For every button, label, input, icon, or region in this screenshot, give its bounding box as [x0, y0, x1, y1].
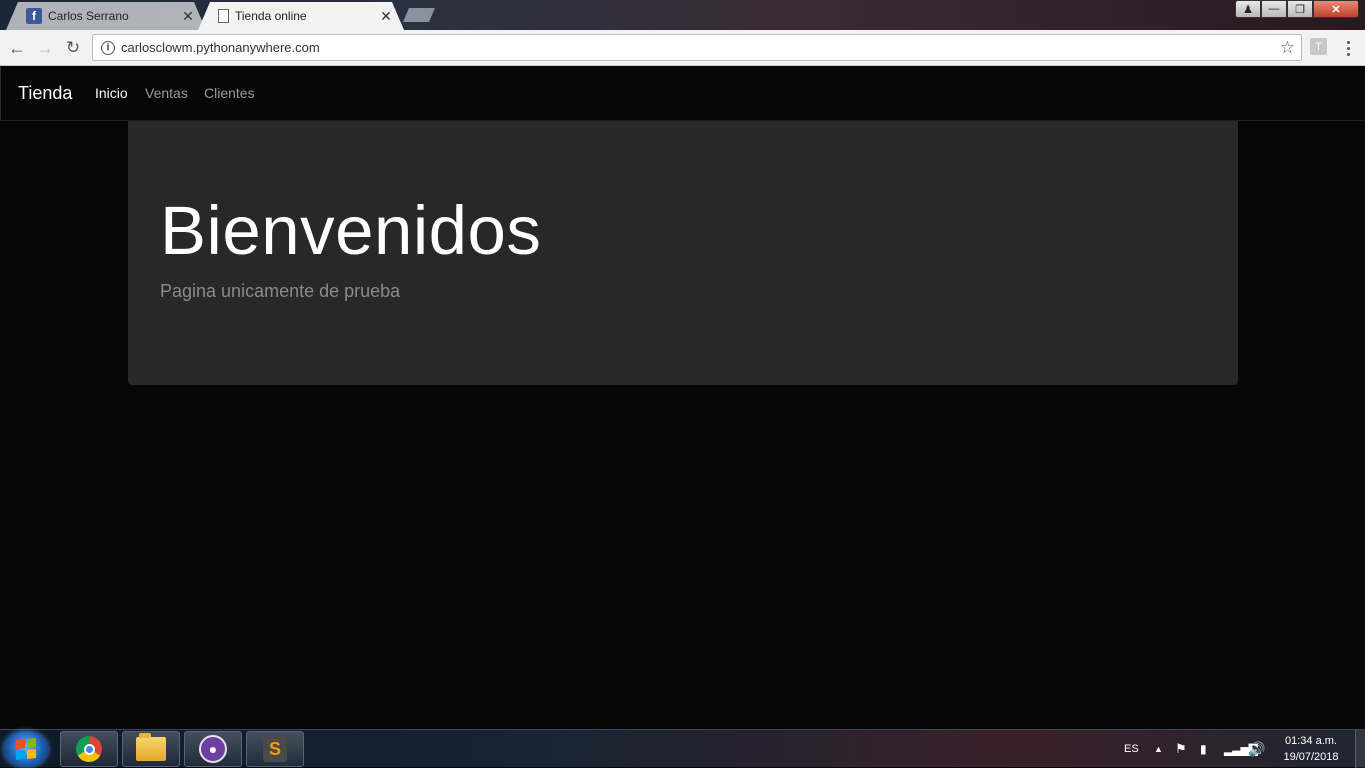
- address-bar[interactable]: i carlosclowm.pythonanywhere.com ☆: [92, 34, 1302, 61]
- jumbotron: Bienvenidos Pagina unicamente de prueba: [128, 121, 1238, 385]
- nav-link-clientes[interactable]: Clientes: [204, 85, 255, 101]
- page-viewport: Tienda Inicio Ventas Clientes Bienvenido…: [0, 66, 1365, 729]
- window-controls: ♟ — ❐ ✕: [1235, 0, 1359, 18]
- site-navbar: Tienda Inicio Ventas Clientes: [0, 66, 1365, 121]
- tab-carlos-serrano[interactable]: f Carlos Serrano ✕: [6, 2, 206, 30]
- info-icon[interactable]: i: [101, 40, 115, 55]
- nav-link-inicio[interactable]: Inicio: [95, 85, 128, 101]
- action-center-flag-icon[interactable]: ⚑: [1175, 730, 1187, 768]
- browser-titlebar: f Carlos Serrano ✕ Tienda online ✕ ♟ — ❐…: [0, 0, 1365, 30]
- extension-icon[interactable]: T: [1310, 38, 1327, 55]
- minimize-button[interactable]: —: [1261, 0, 1287, 18]
- tab-close-icon[interactable]: ✕: [180, 8, 196, 25]
- volume-icon[interactable]: 🔊: [1248, 730, 1265, 768]
- taskbar-file-explorer[interactable]: [122, 731, 180, 767]
- tab-title: Tienda online: [235, 9, 307, 23]
- bookmark-star-icon[interactable]: ☆: [1280, 38, 1295, 58]
- tab-title: Carlos Serrano: [48, 9, 129, 23]
- power-icon[interactable]: ▮: [1200, 730, 1207, 768]
- url-text[interactable]: carlosclowm.pythonanywhere.com: [121, 40, 1280, 55]
- file-explorer-icon: [136, 733, 166, 761]
- taskbar-chrome[interactable]: [60, 731, 118, 767]
- sublime-text-icon: S: [263, 736, 287, 762]
- taskbar-github-desktop[interactable]: ●: [184, 731, 242, 767]
- new-tab-button[interactable]: [403, 8, 435, 22]
- show-hidden-icons-icon[interactable]: ▲: [1154, 730, 1163, 768]
- clock-time: 01:34 a.m.: [1285, 735, 1337, 747]
- chrome-menu-icon[interactable]: [1340, 36, 1356, 60]
- page-title: Bienvenidos: [160, 192, 542, 269]
- tab-tienda-online[interactable]: Tienda online ✕: [198, 2, 404, 30]
- system-clock[interactable]: 01:34 a.m. 19/07/2018: [1276, 733, 1346, 765]
- user-profile-icon[interactable]: ♟: [1235, 0, 1261, 18]
- chrome-icon: [76, 736, 102, 762]
- lead-text: Pagina unicamente de prueba: [160, 281, 401, 301]
- github-desktop-icon: ●: [199, 735, 227, 763]
- taskbar-sublime-text[interactable]: S: [246, 731, 304, 767]
- back-arrow-icon[interactable]: ←: [5, 36, 29, 60]
- start-button[interactable]: [4, 731, 48, 767]
- language-indicator[interactable]: ES: [1124, 730, 1139, 768]
- show-desktop-button[interactable]: [1355, 730, 1365, 768]
- navbar-brand[interactable]: Tienda: [18, 83, 72, 104]
- close-window-button[interactable]: ✕: [1313, 0, 1359, 18]
- browser-toolbar: ← → ↻ i carlosclowm.pythonanywhere.com ☆…: [0, 30, 1365, 66]
- tab-close-icon[interactable]: ✕: [378, 8, 394, 25]
- clock-date: 19/07/2018: [1283, 751, 1339, 763]
- nav-link-ventas[interactable]: Ventas: [145, 85, 188, 101]
- maximize-button[interactable]: ❐: [1287, 0, 1313, 18]
- document-icon: [218, 9, 229, 23]
- forward-arrow-icon[interactable]: →: [33, 36, 57, 60]
- reload-icon[interactable]: ↻: [61, 36, 85, 60]
- facebook-icon: f: [26, 8, 42, 24]
- windows-logo-icon: [16, 737, 36, 761]
- windows-taskbar: ● S ES ▲ ⚑ ▮ ▂▃▅▇ 🔊 01:34 a.m. 19/07/201…: [0, 729, 1365, 768]
